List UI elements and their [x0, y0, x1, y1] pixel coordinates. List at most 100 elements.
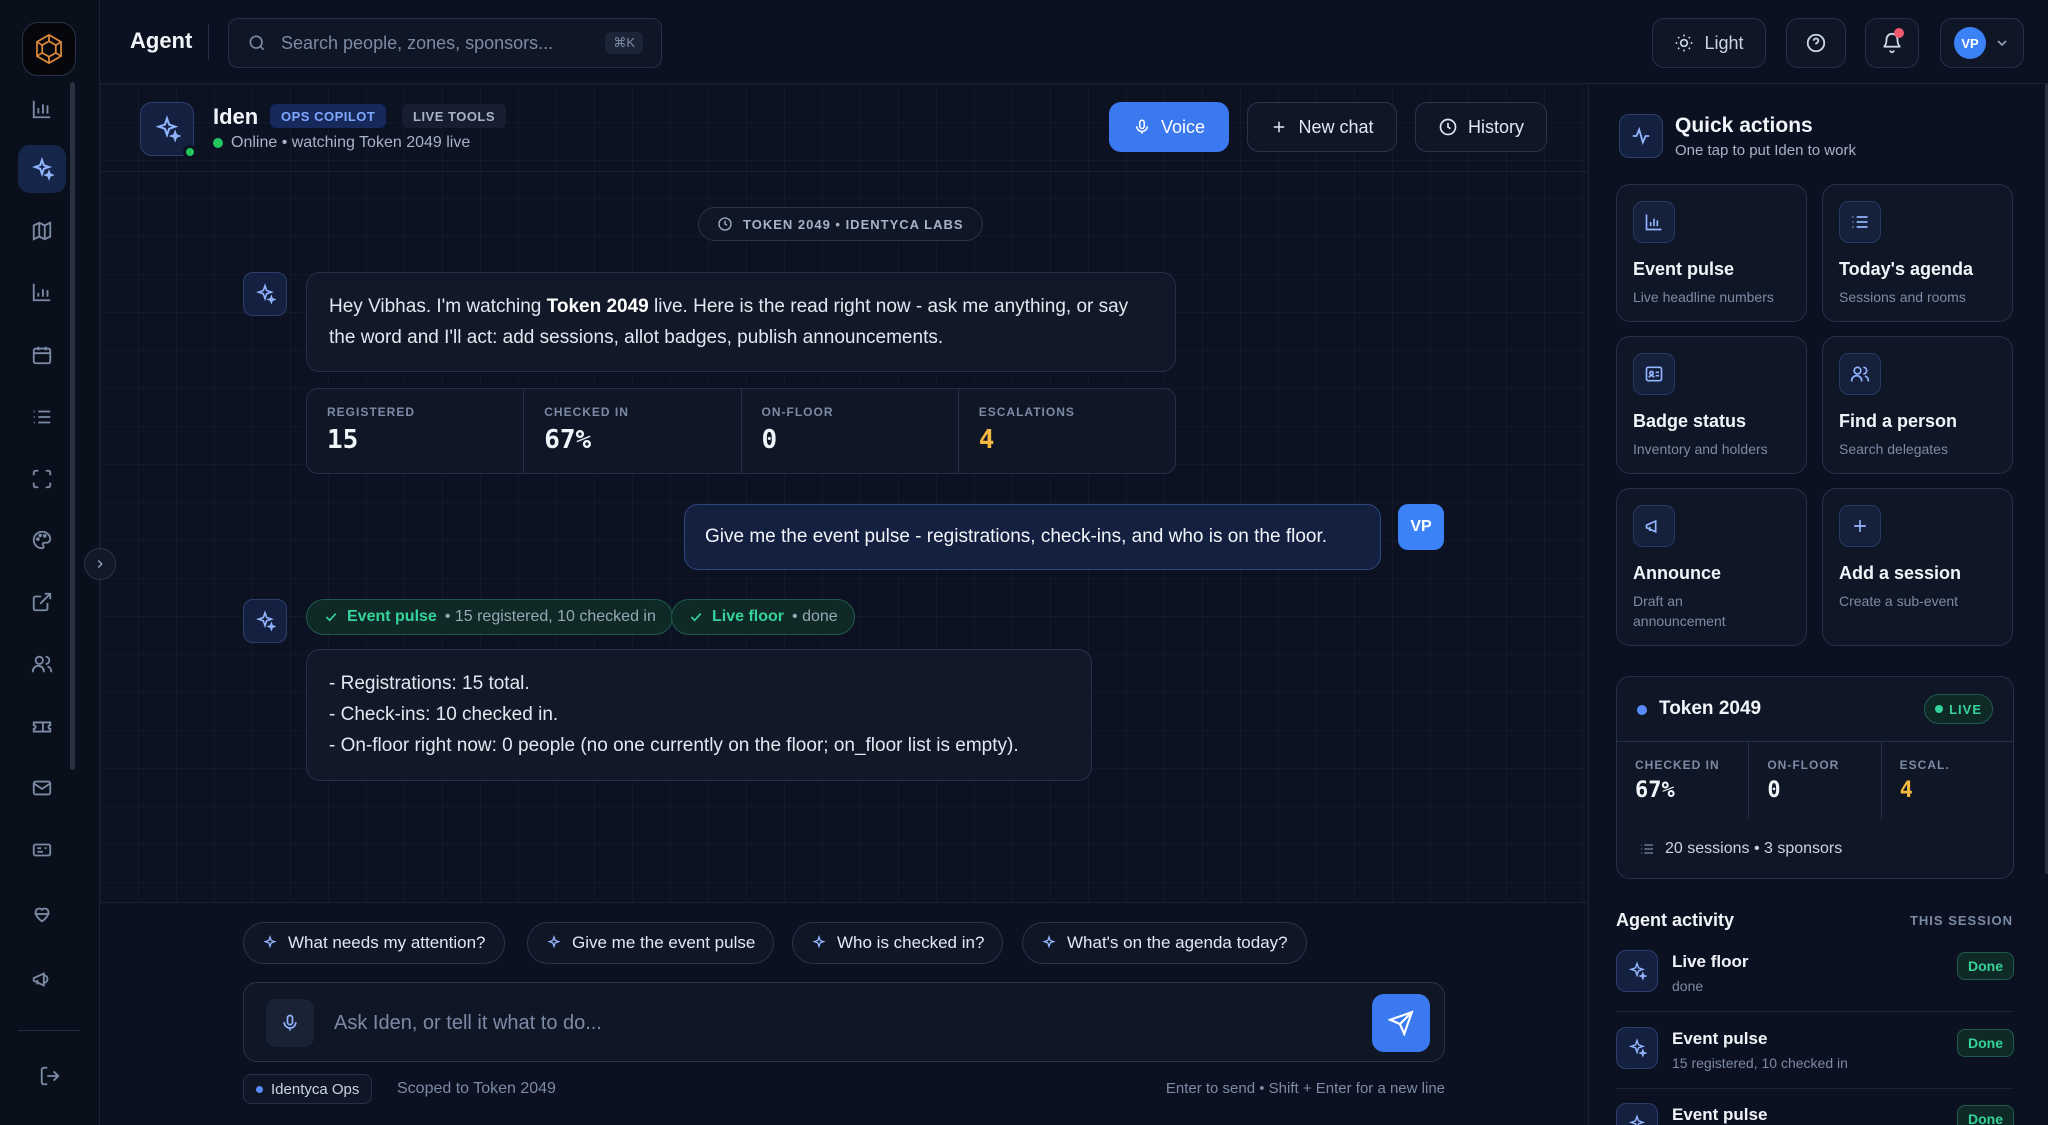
sparkle-icon: [254, 610, 276, 632]
stat-value: 15: [327, 425, 359, 455]
tool-chip-name: Live floor: [712, 608, 785, 625]
reply-line: - On-floor right now: 0 people (no one c…: [329, 735, 1019, 756]
quick-actions-subtitle: One tap to put Iden to work: [1675, 142, 1856, 159]
live-stat-value: 67%: [1635, 778, 1675, 803]
stat-value: 0: [761, 425, 778, 455]
live-event-footer-text: 20 sessions • 3 sponsors: [1665, 840, 1843, 857]
nav-people-icon[interactable]: [18, 640, 66, 688]
mic-icon: [1133, 118, 1151, 136]
sparkle-icon: [153, 115, 181, 143]
live-dot: [1935, 705, 1944, 713]
nav-sponsor-icon[interactable]: [18, 890, 66, 938]
live-stat-value: 4: [1899, 778, 1913, 803]
check-icon: [688, 609, 704, 625]
message-input[interactable]: [334, 1003, 1334, 1043]
bot-message-avatar: [243, 599, 287, 643]
nav-badge-icon[interactable]: [18, 826, 66, 874]
agent-activity-title: Agent activity: [1616, 910, 1735, 930]
quick-action-todays-agenda[interactable]: Today's agenda Sessions and rooms: [1822, 184, 2013, 322]
nav-external-link-icon[interactable]: [18, 578, 66, 626]
stat-value: 4: [978, 425, 995, 455]
stat-registered: REGISTERED 15: [307, 389, 525, 473]
suggestion-chip[interactable]: Give me the event pulse: [527, 922, 775, 964]
card-title: Add a session: [1839, 563, 1962, 583]
live-badge: LIVE: [1924, 694, 1993, 724]
card-title: Announce: [1633, 563, 1721, 583]
agent-status-text: Online • watching Token 2049 live: [231, 134, 471, 151]
tool-chip-detail: • done: [792, 608, 838, 625]
theme-toggle-button[interactable]: Light: [1652, 18, 1766, 68]
live-stat-value: 0: [1767, 778, 1781, 803]
search-box[interactable]: ⌘K: [228, 18, 662, 68]
card-subtitle: Inventory and holders: [1633, 441, 1768, 457]
nav-mail-icon[interactable]: [18, 764, 66, 812]
logout-icon[interactable]: [26, 1052, 74, 1100]
app-logo[interactable]: [22, 22, 76, 76]
voice-button[interactable]: Voice: [1109, 102, 1229, 152]
suggestion-label: Give me the event pulse: [572, 933, 756, 952]
suggestion-chip[interactable]: Who is checked in?: [792, 922, 1004, 964]
history-label: History: [1467, 116, 1524, 137]
stat-on-floor: ON-FLOOR 0: [742, 389, 959, 473]
help-button[interactable]: [1786, 18, 1846, 68]
activity-item[interactable]: Event pulse Done: [1616, 1089, 2014, 1125]
greeting-text-start: Hey Vibhas. I'm watching: [329, 296, 547, 317]
nav-scan-icon[interactable]: [18, 455, 66, 503]
status-badge: Done: [1957, 1105, 2014, 1125]
quick-action-announce[interactable]: Announce Draft an announcement: [1616, 488, 1807, 646]
mic-button[interactable]: [266, 999, 314, 1047]
status-badge: Done: [1957, 952, 2014, 980]
clock-icon: [717, 216, 733, 232]
suggestion-chip[interactable]: What needs my attention?: [243, 922, 505, 964]
sparkle-icon: [1616, 1027, 1658, 1069]
tool-chip-event-pulse[interactable]: Event pulse • 15 registered, 10 checked …: [306, 599, 673, 635]
nav-palette-icon[interactable]: [18, 516, 66, 564]
notifications-button[interactable]: [1865, 18, 1919, 68]
nav-map-icon[interactable]: [18, 207, 66, 255]
suggestion-label: What needs my attention?: [288, 933, 486, 952]
live-tools-tag: LIVE TOOLS: [402, 104, 507, 128]
nav-analytics-icon[interactable]: [18, 268, 66, 316]
live-stat-checked-in: CHECKED IN 67%: [1617, 742, 1750, 819]
nav-ticket-icon[interactable]: [18, 703, 66, 751]
search-input[interactable]: [281, 32, 592, 54]
user-menu-button[interactable]: VP: [1940, 18, 2024, 68]
live-badge-label: LIVE: [1949, 701, 1982, 717]
id-card-icon: [1633, 353, 1675, 395]
sparkle-icon: [1616, 1103, 1658, 1125]
stat-checked-in: CHECKED IN 67%: [524, 389, 742, 473]
sidebar-scrollbar[interactable]: [70, 82, 75, 770]
quick-action-find-person[interactable]: Find a person Search delegates: [1822, 336, 2013, 474]
send-icon: [1388, 1010, 1414, 1036]
new-chat-label: New chat: [1298, 116, 1374, 137]
page-title: Agent: [130, 28, 193, 53]
topbar-divider: [208, 24, 209, 60]
activity-item[interactable]: Event pulse 15 registered, 10 checked in…: [1616, 1013, 2014, 1089]
sidebar-expand-chevron-icon[interactable]: [84, 548, 116, 580]
card-subtitle: Sessions and rooms: [1839, 289, 1966, 305]
mic-icon: [280, 1013, 300, 1033]
stat-escalations: ESCALATIONS 4: [959, 389, 1175, 473]
quick-action-event-pulse[interactable]: Event pulse Live headline numbers: [1616, 184, 1807, 322]
list-icon: [1639, 841, 1655, 857]
nav-dashboard-icon[interactable]: [18, 85, 66, 133]
voice-label: Voice: [1160, 116, 1206, 137]
history-button[interactable]: History: [1415, 102, 1547, 152]
nav-list-icon[interactable]: [18, 393, 66, 441]
activity-name: Event pulse: [1672, 1029, 1768, 1048]
tool-chip-live-floor[interactable]: Live floor • done: [671, 599, 855, 635]
quick-action-badge-status[interactable]: Badge status Inventory and holders: [1616, 336, 1807, 474]
nav-agent-sparkle-icon[interactable]: [18, 145, 66, 193]
status-dot: [213, 138, 223, 148]
theme-label: Light: [1704, 32, 1744, 53]
quick-action-add-session[interactable]: Add a session Create a sub-event: [1822, 488, 2013, 646]
live-event-card[interactable]: Token 2049 LIVE CHECKED IN 67% ON-FLOOR …: [1616, 676, 2014, 879]
activity-item[interactable]: Live floor done Done: [1616, 936, 2014, 1012]
nav-megaphone-icon[interactable]: [18, 955, 66, 1003]
suggestion-chip[interactable]: What's on the agenda today?: [1022, 922, 1307, 964]
new-chat-button[interactable]: New chat: [1247, 102, 1397, 152]
send-button[interactable]: [1372, 994, 1430, 1052]
nav-calendar-icon[interactable]: [18, 331, 66, 379]
suggestion-label: What's on the agenda today?: [1067, 933, 1288, 952]
stat-label: CHECKED IN: [544, 405, 629, 419]
